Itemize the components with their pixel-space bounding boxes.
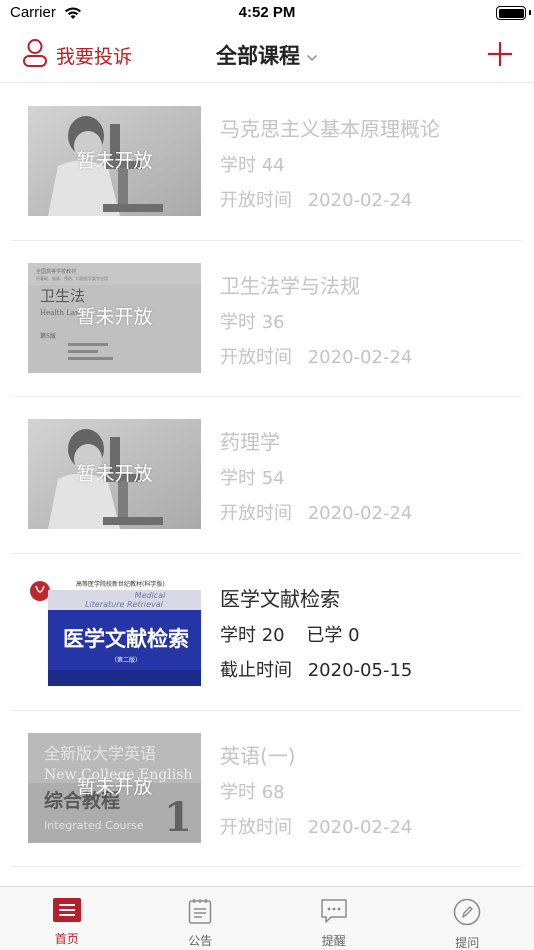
course-thumbnail: 全国高等学校教材 供基础、临床、预防、口腔医学类专业用 卫生法 Health L… [28,262,201,373]
hours-value: 36 [261,311,285,333]
cover-title: 医学文献检索 [63,626,189,651]
course-hours: 学时 68 [220,778,285,804]
add-button[interactable] [486,40,514,68]
not-open-label: 暂未开放 [76,306,153,329]
course-title: 医学文献检索 [220,587,340,612]
page-title: 全部课程 [216,44,300,68]
course-title: 英语(一) [220,743,296,768]
hours-label: 学时 [220,311,256,333]
course-item[interactable]: 高等医学院校新世纪教材(科学版) Medical Literature Retr… [12,554,522,711]
learned-value: 0 [348,625,360,647]
chat-bubble-icon [320,898,348,928]
course-hours: 学时 54 [220,464,285,490]
battery-icon [496,6,526,20]
not-open-overlay: 暂未开放 [28,106,201,216]
course-hours: 学时 20 已学 0 [220,621,360,647]
course-list: 暂未开放 马克思主义基本原理概论 学时 44 开放时间 2020-02-24 全… [0,84,534,868]
tab-label: 提问 [455,936,480,950]
hours-label: 学时 [220,625,256,647]
learned-label: 已学 [306,625,343,647]
hours-value: 20 [261,625,285,647]
date-value: 2020-02-24 [307,190,413,211]
date-label: 开放时间 [220,503,292,525]
cover-edition: （第二版） [111,656,141,664]
course-date: 开放时间 2020-02-24 [220,186,412,212]
date-value: 2020-02-24 [307,816,413,838]
battery-tip [529,10,531,15]
course-thumbnail: 高等医学院校新世纪教材(科学版) Medical Literature Retr… [28,576,201,687]
tab-label: 首页 [54,932,79,946]
course-thumbnail: 暂未开放 [28,106,201,216]
not-open-overlay: 暂未开放 [28,732,201,843]
course-date: 开放时间 2020-02-24 [220,813,412,839]
tab-home[interactable]: 首页 [0,887,134,950]
nav-bar: 我要投诉 全部课程 [0,28,534,83]
tab-questions[interactable]: 提问 [401,887,534,950]
course-title: 药理学 [220,430,280,455]
not-open-label: 暂未开放 [76,776,153,799]
course-hours: 学时 44 [220,151,285,177]
course-item[interactable]: 暂未开放 马克思主义基本原理概论 学时 44 开放时间 2020-02-24 [12,84,522,241]
course-date: 开放时间 2020-02-24 [220,343,412,369]
hours-value: 54 [261,468,285,490]
date-label: 开放时间 [220,346,292,368]
plus-icon [486,42,514,72]
hours-label: 学时 [220,781,256,803]
not-open-overlay: 暂未开放 [28,419,201,530]
date-value: 2020-02-24 [307,503,413,525]
course-title: 马克思主义基本原理概论 [220,117,440,141]
cover-en2: Literature Retrieval [85,600,164,609]
course-thumbnail: 全新版大学英语 New College English 综合教程 Integra… [28,732,201,843]
not-open-label: 暂未开放 [76,149,153,172]
course-item[interactable]: 全国高等学校教材 供基础、临床、预防、口腔医学类专业用 卫生法 Health L… [12,241,522,398]
chevron-down-icon [306,47,318,66]
date-value: 2020-05-15 [307,660,413,682]
course-item[interactable]: 暂未开放 药理学 学时 54 开放时间 2020-02-24 [12,397,522,555]
hours-label: 学时 [220,468,256,490]
tab-reminders[interactable]: 提醒 [267,887,401,950]
tab-label: 公告 [188,934,213,948]
clock: 4:52 PM [238,4,296,21]
course-item[interactable]: 全新版大学英语 New College English 综合教程 Integra… [12,711,522,868]
tab-bar: 首页 公告 提醒 提问 [0,886,534,950]
tab-label: 提醒 [321,934,346,948]
course-filter-dropdown[interactable]: 全部课程 [0,40,534,70]
not-open-overlay: 暂未开放 [28,262,201,373]
cover-top-text: 高等医学院校新世纪教材(科学版) [76,580,165,588]
hours-value: 44 [261,155,285,176]
hours-label: 学时 [220,155,256,176]
course-thumbnail: 暂未开放 [28,419,201,530]
status-bar: Carrier 4:52 PM [0,0,534,28]
date-value: 2020-02-24 [307,346,413,368]
date-label: 截止时间 [220,660,292,682]
course-date: 截止时间 2020-05-15 [220,656,412,682]
pencil-circle-icon [453,898,481,930]
date-label: 开放时间 [220,190,292,211]
date-label: 开放时间 [220,816,292,838]
course-title: 卫生法学与法规 [220,273,360,298]
tab-announcements[interactable]: 公告 [134,887,268,950]
hours-value: 68 [261,781,285,803]
home-list-icon [52,898,81,926]
course-date: 开放时间 2020-02-24 [220,499,412,525]
course-hours: 学时 36 [220,308,285,334]
cover-en1: Medical [135,591,166,600]
not-open-label: 暂未开放 [76,462,153,485]
clipboard-icon [188,898,212,928]
